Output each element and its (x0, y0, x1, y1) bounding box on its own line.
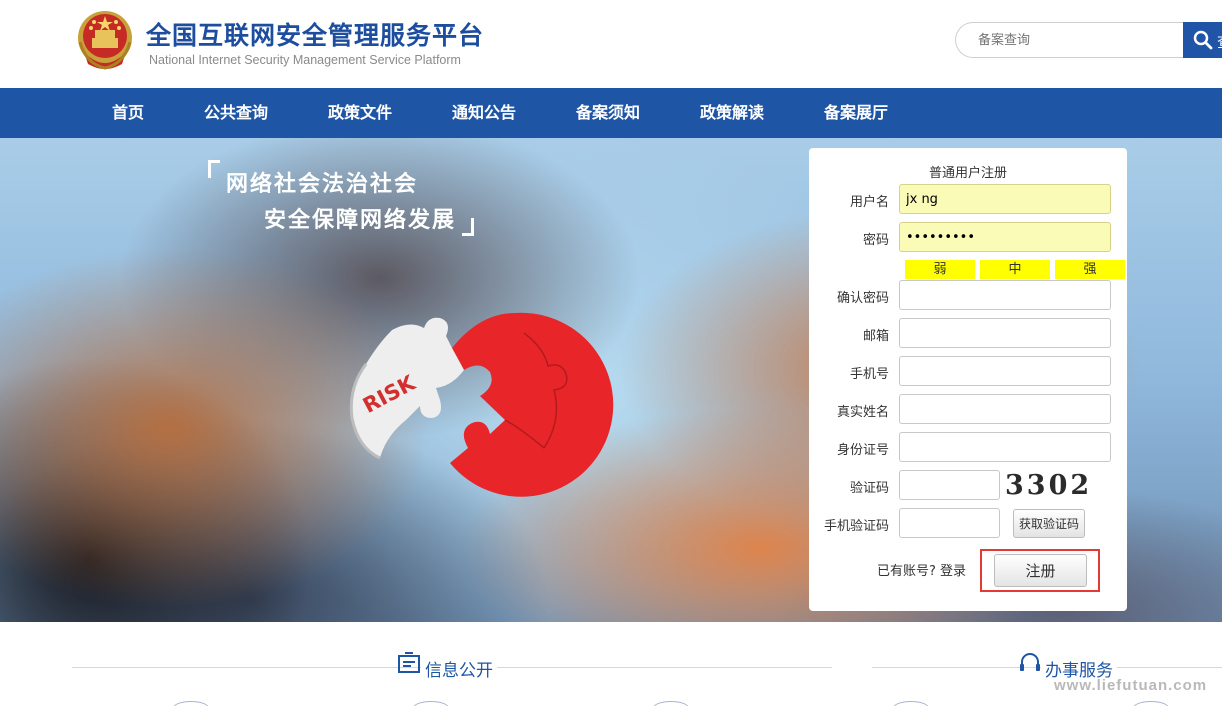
national-emblem-icon (78, 11, 132, 70)
site-title: 全国互联网安全管理服务平台 (146, 21, 485, 50)
id-number-label: 身份证号 (836, 443, 889, 458)
service-icon-partial[interactable] (413, 701, 449, 706)
email-label: 邮箱 (862, 329, 889, 344)
nav-item-home[interactable]: 首页 (112, 88, 144, 138)
main-nav: 首页 公共查询 政策文件 通知公告 备案须知 政策解读 备案展厅 (0, 88, 1222, 138)
username-label: 用户名 (849, 195, 889, 210)
slogan-bracket-right (462, 218, 474, 236)
section-title-info[interactable]: 信息公开 (421, 656, 497, 681)
phone-label: 手机号 (849, 367, 889, 382)
strength-medium: 中 (980, 260, 1050, 279)
headset-icon (1020, 653, 1040, 671)
id-number-field[interactable] (899, 432, 1111, 462)
confirm-password-field[interactable] (899, 280, 1111, 310)
strength-strong: 强 (1055, 260, 1125, 279)
sms-code-label: 手机验证码 (823, 519, 889, 534)
service-icon-partial[interactable] (1133, 701, 1169, 706)
nav-item-policy-interpretation[interactable]: 政策解读 (700, 88, 764, 138)
service-icon-partial[interactable] (653, 701, 689, 706)
nav-item-notices[interactable]: 通知公告 (452, 88, 516, 138)
nav-item-filing-guide[interactable]: 备案须知 (576, 88, 640, 138)
confirm-password-label: 确认密码 (836, 291, 889, 306)
register-panel-title: 普通用户注册 (928, 166, 1007, 181)
slogan-line-2: 安全保障网络发展 (264, 208, 457, 233)
nav-item-policy-docs[interactable]: 政策文件 (328, 88, 392, 138)
password-label: 密码 (862, 233, 889, 248)
username-field[interactable] (899, 184, 1111, 214)
nav-item-filing-hall[interactable]: 备案展厅 (824, 88, 888, 138)
password-field[interactable] (899, 222, 1111, 252)
real-name-field[interactable] (899, 394, 1111, 424)
search-button[interactable]: 查 (1183, 22, 1222, 58)
search-icon (1193, 30, 1213, 50)
register-button[interactable]: 注册 (994, 554, 1087, 587)
email-field[interactable] (899, 318, 1111, 348)
login-link[interactable]: 已有账号? 登录 (877, 560, 966, 579)
search-input[interactable] (955, 22, 1185, 58)
risk-puzzle-graphic: RISK (349, 312, 614, 497)
phone-field[interactable] (899, 356, 1111, 386)
strength-weak: 弱 (905, 260, 975, 279)
slogan-line-1: 网络社会法治社会 (226, 172, 419, 197)
document-icon (398, 652, 420, 673)
search-button-label: 查 (1217, 31, 1222, 52)
register-panel: 普通用户注册 用户名 密码 弱 中 强 确认密码 邮箱 手机号 真实姓名 身份证… (809, 148, 1127, 611)
service-icon-partial[interactable] (893, 701, 929, 706)
slogan-bracket-left (208, 160, 220, 178)
hero-banner: 网络社会法治社会 安全保障网络发展 RISK 普通用户注册 用户名 密码 弱 中… (0, 138, 1222, 622)
site-subtitle: National Internet Security Management Se… (149, 53, 461, 67)
captcha-field[interactable] (899, 470, 1000, 500)
nav-item-public-query[interactable]: 公共查询 (204, 88, 268, 138)
service-icon-partial[interactable] (173, 701, 209, 706)
get-sms-code-button[interactable]: 获取验证码 (1013, 509, 1085, 538)
watermark: www.liefutuan.com (1054, 677, 1208, 694)
captcha-label: 验证码 (849, 481, 889, 496)
real-name-label: 真实姓名 (836, 405, 889, 420)
sms-code-field[interactable] (899, 508, 1000, 538)
captcha-image[interactable]: 3302 (1005, 470, 1089, 502)
site-header: 全国互联网安全管理服务平台 National Internet Security… (0, 0, 1222, 88)
